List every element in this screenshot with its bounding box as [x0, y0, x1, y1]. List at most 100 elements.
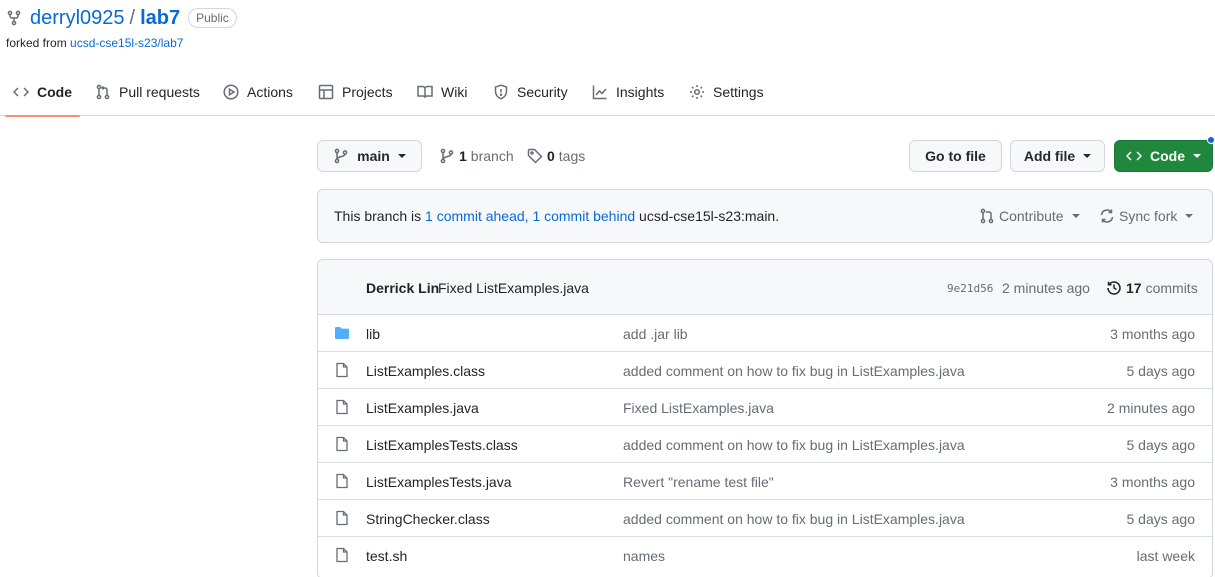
file-commit-age: 5 days ago [1126, 437, 1196, 453]
branch-icon [440, 148, 454, 164]
history-icon [1107, 281, 1121, 295]
file-row: StringChecker.class added comment on how… [318, 500, 1212, 537]
tab-wiki[interactable]: Wiki [417, 68, 467, 116]
pull-request-icon [96, 84, 110, 100]
folder-icon [335, 327, 349, 339]
file-icon [336, 436, 348, 452]
code-button-label: Code [1150, 148, 1185, 164]
branch-count: 1 [459, 148, 467, 164]
tab-security[interactable]: Security [493, 68, 568, 116]
commits-behind-link[interactable]: 1 commit behind [532, 208, 635, 224]
file-table: Derrick Lin Fixed ListExamples.java 9e21… [317, 259, 1213, 577]
tab-insights-label: Insights [616, 84, 665, 100]
sync-icon [1100, 209, 1114, 223]
file-icon [336, 510, 348, 526]
chevron-down-icon [1071, 214, 1080, 218]
sync-fork-label: Sync fork [1119, 208, 1178, 224]
chevron-down-icon [1185, 214, 1194, 218]
file-commit-message-link[interactable]: Revert "rename test file" [623, 474, 774, 490]
file-commit-message-link[interactable]: added comment on how to fix bug in ListE… [623, 437, 965, 453]
add-file-label: Add file [1023, 148, 1076, 164]
branch-compare-box: This branch is 1 commit ahead, 1 commit … [317, 189, 1213, 243]
add-file-button[interactable]: Add file [1010, 140, 1105, 172]
file-commit-message-link[interactable]: Fixed ListExamples.java [623, 400, 774, 416]
path-separator: / [129, 6, 136, 29]
go-to-file-button[interactable]: Go to file [909, 140, 1002, 172]
chevron-down-icon [1193, 154, 1201, 158]
branch-icon [334, 148, 348, 164]
file-row: ListExamples.java Fixed ListExamples.jav… [318, 389, 1212, 426]
repo-forked-icon [6, 10, 22, 26]
branch-name: main [357, 148, 390, 164]
forked-from-line: forked from ucsd-cse15l-s23/lab7 [6, 36, 183, 50]
tab-actions[interactable]: Actions [223, 68, 293, 116]
file-name-link[interactable]: StringChecker.class [366, 511, 490, 527]
code-icon [13, 87, 29, 97]
sync-fork-button[interactable]: Sync fork [1099, 208, 1194, 224]
file-commit-message-link[interactable]: names [623, 548, 665, 564]
commit-message-link[interactable]: Fixed ListExamples.java [438, 280, 589, 296]
tags-link[interactable]: 0 tags [527, 147, 585, 165]
file-row: ListExamplesTests.java Revert "rename te… [318, 463, 1212, 500]
file-name-link[interactable]: lib [366, 326, 380, 342]
gear-icon [690, 85, 704, 99]
chevron-down-icon [1083, 154, 1092, 158]
file-name-link[interactable]: ListExamples.java [366, 400, 479, 416]
file-name-link[interactable]: test.sh [366, 548, 407, 564]
tab-code[interactable]: Code [5, 68, 80, 117]
tab-code-label: Code [37, 84, 72, 100]
compare-prefix: This branch is [334, 208, 422, 224]
tab-projects[interactable]: Projects [318, 68, 393, 116]
commits-ahead-link[interactable]: 1 commit ahead, [425, 208, 529, 224]
repo-owner-link[interactable]: derryl0925 [30, 7, 125, 30]
tag-icon [527, 148, 543, 164]
file-row: ListExamples.class added comment on how … [318, 352, 1212, 389]
tab-pull-requests[interactable]: Pull requests [95, 68, 200, 116]
file-name-link[interactable]: ListExamples.class [366, 363, 485, 379]
commit-count-label: commits [1145, 280, 1198, 296]
commit-sha-link[interactable]: 9e21d56 [947, 282, 993, 295]
repo-name-link[interactable]: lab7 [140, 7, 180, 30]
file-commit-age: 5 days ago [1126, 363, 1196, 379]
branch-count-label: branch [470, 148, 514, 164]
file-commit-age: last week [1136, 548, 1195, 564]
file-name-link[interactable]: ListExamplesTests.class [366, 437, 518, 453]
file-icon [336, 547, 348, 563]
branches-link[interactable]: 1 branch [439, 147, 514, 165]
repo-header: derryl0925 / lab7 Public [6, 5, 237, 31]
file-row: test.sh names last week [318, 537, 1212, 574]
branch-select-button[interactable]: main [317, 140, 422, 172]
commit-time: 2 minutes ago [1002, 280, 1090, 296]
contribute-label: Contribute [999, 208, 1064, 224]
code-dropdown-button[interactable]: Code [1114, 140, 1213, 172]
file-commit-message-link[interactable]: added comment on how to fix bug in ListE… [623, 363, 965, 379]
tab-settings-label: Settings [713, 84, 764, 100]
file-icon [336, 473, 348, 489]
chevron-down-icon [397, 154, 406, 158]
code-icon [1126, 151, 1142, 161]
tab-insights[interactable]: Insights [592, 68, 664, 116]
file-commit-message-link[interactable]: added comment on how to fix bug in ListE… [623, 511, 965, 527]
file-commit-message-link[interactable]: add .jar lib [623, 326, 688, 342]
shield-icon [494, 84, 508, 100]
tab-pull-requests-label: Pull requests [119, 84, 200, 100]
file-name-link[interactable]: ListExamplesTests.java [366, 474, 512, 490]
tag-count: 0 [547, 148, 555, 164]
file-icon [336, 362, 348, 378]
visibility-badge: Public [188, 8, 237, 28]
branch-compare-text: This branch is 1 commit ahead, 1 commit … [334, 208, 779, 224]
tab-security-label: Security [517, 84, 568, 100]
contribute-button[interactable]: Contribute [979, 208, 1080, 224]
tab-actions-label: Actions [247, 84, 293, 100]
book-icon [417, 85, 433, 98]
forked-from-link[interactable]: ucsd-cse15l-s23/lab7 [70, 36, 183, 50]
file-row: ListExamplesTests.class added comment on… [318, 426, 1212, 463]
commit-author-link[interactable]: Derrick Lin [366, 280, 439, 296]
commit-history-link[interactable]: 17 commits [1106, 280, 1198, 296]
tag-count-label: tags [558, 148, 586, 164]
latest-commit-bar: Derrick Lin Fixed ListExamples.java 9e21… [318, 260, 1212, 315]
tab-settings[interactable]: Settings [689, 68, 764, 116]
go-to-file-label: Go to file [925, 148, 986, 164]
file-commit-age: 5 days ago [1126, 511, 1196, 527]
file-commit-age: 3 months ago [1110, 326, 1195, 342]
